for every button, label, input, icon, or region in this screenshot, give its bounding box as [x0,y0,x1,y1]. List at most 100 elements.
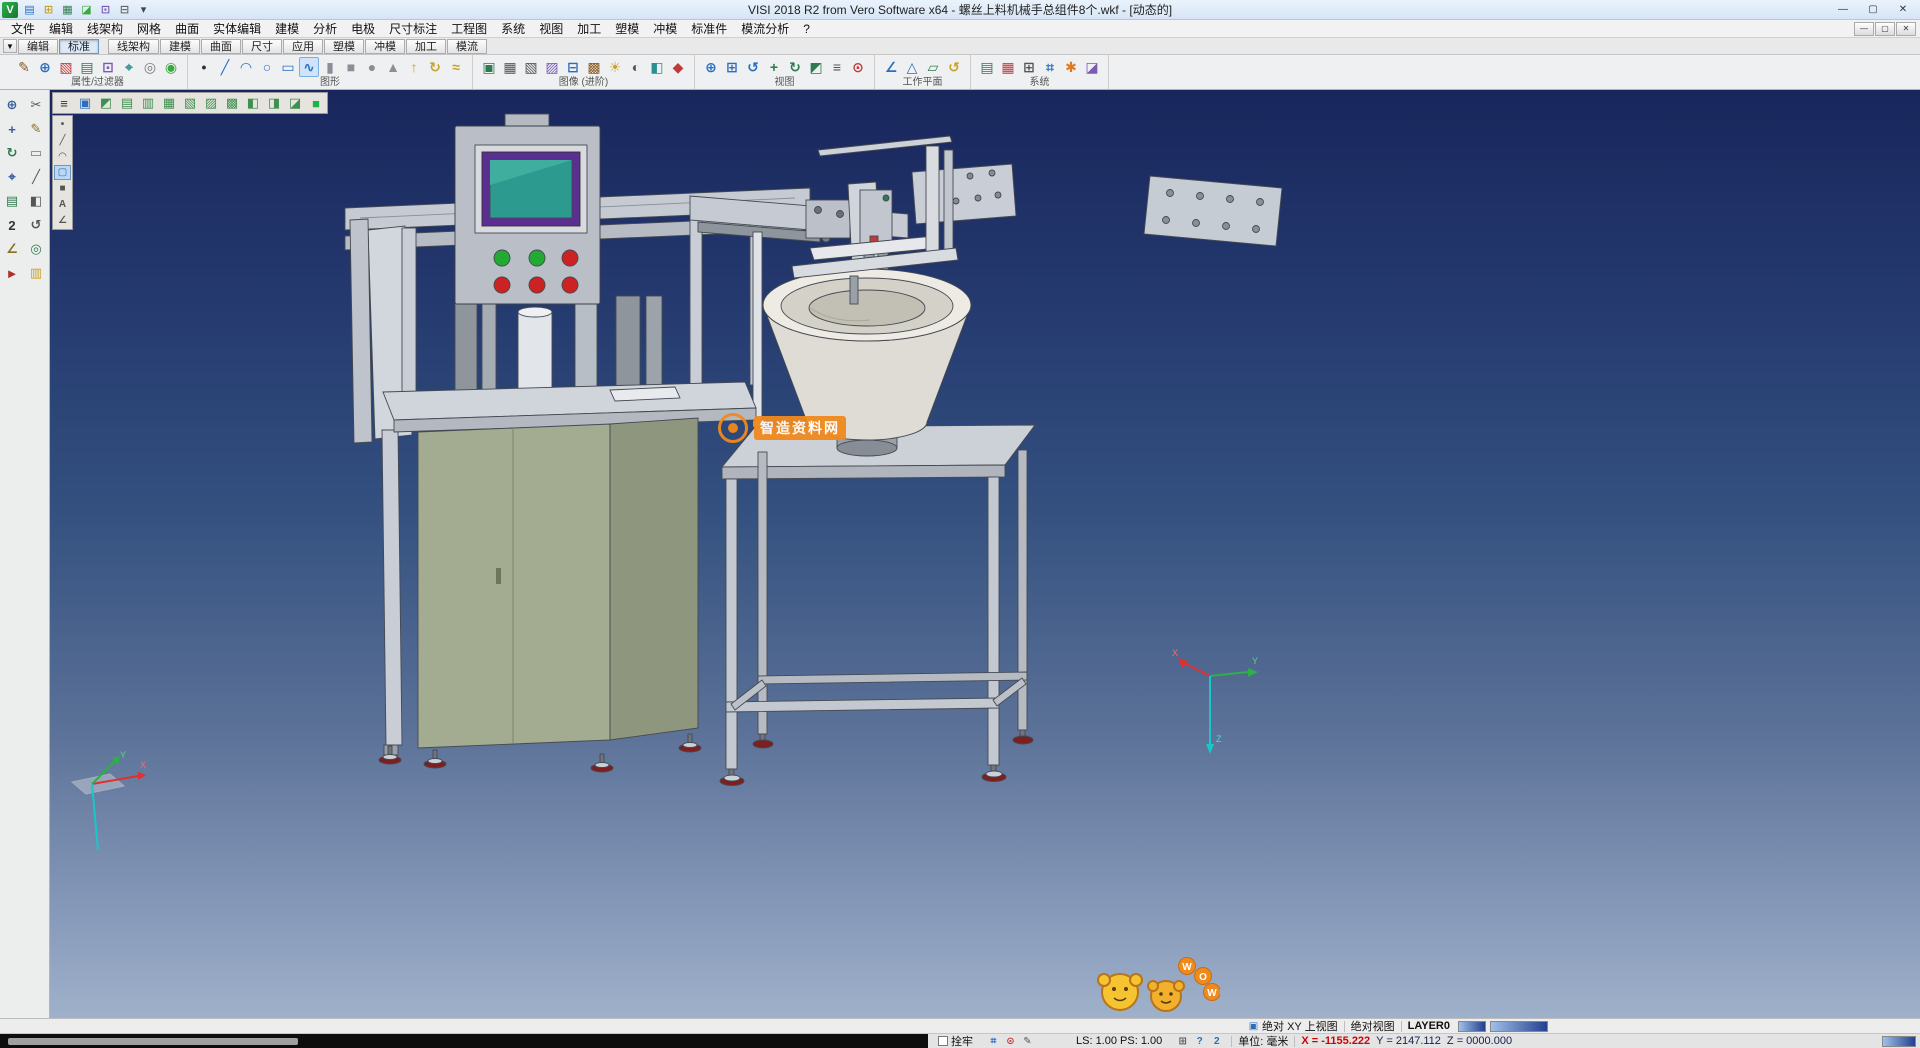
plot-icon[interactable]: ◪ [1082,57,1102,77]
close-button[interactable]: ✕ [1888,0,1918,19]
module-tab[interactable]: 建模 [160,39,200,54]
view-menu-icon[interactable]: ≡ [54,94,74,112]
view-plane-icon[interactable]: ▣ [1245,1020,1262,1033]
mode-tab[interactable]: 编辑 [18,39,58,54]
shaded-cube-icon[interactable]: ■ [306,94,326,112]
doc-close-button[interactable]: ✕ [1896,22,1916,36]
module-tab[interactable]: 尺寸 [242,39,282,54]
menu-item[interactable]: 模流分析 [734,20,796,37]
cube-trimetric-view-icon[interactable]: ◨ [264,94,284,112]
show-all-icon[interactable]: ◉ [161,57,181,77]
cube-dimetric-view-icon[interactable]: ◧ [243,94,263,112]
cube-axon-view-icon[interactable]: ◪ [285,94,305,112]
cube-iso-view-icon[interactable]: ◩ [96,94,116,112]
cube-right-view-icon[interactable]: ▦ [159,94,179,112]
iso-view-icon[interactable]: ◩ [806,57,826,77]
knife-icon[interactable]: ╱ [25,167,47,187]
save-file-icon[interactable]: ▦ [59,2,76,18]
toolbar-options-icon[interactable]: ▾ [135,2,152,18]
menu-item[interactable]: 工程图 [444,20,494,37]
cad-model[interactable] [50,90,1920,1018]
snap-grid-icon[interactable]: ⌗ [985,1035,1002,1048]
viewport-layout-icon[interactable]: ▣ [75,94,95,112]
shadow-icon[interactable]: ◐ [626,57,646,77]
flag-icon[interactable]: ► [1,263,23,283]
cube-back-view-icon[interactable]: ▨ [201,94,221,112]
block-icon[interactable]: ■ [341,57,361,77]
menu-item[interactable]: 尺寸标注 [382,20,444,37]
revolve-icon[interactable]: ↻ [425,57,445,77]
module-tab[interactable]: 塑模 [324,39,364,54]
menu-item[interactable]: 文件 [4,20,42,37]
input-lang-icon[interactable]: 2 [1208,1035,1225,1048]
properties-brush-icon[interactable]: ✎ [14,57,34,77]
control-panel[interactable] [455,114,600,304]
cut-entities-icon[interactable]: ✂ [25,95,47,115]
filter-text-icon[interactable]: A [54,197,71,212]
folder-icon[interactable]: ▥ [25,263,47,283]
layer-filter-icon[interactable]: ▤ [77,57,97,77]
taskbar-sliver[interactable] [0,1034,928,1048]
hide-entities-icon[interactable]: ◎ [140,57,160,77]
maximize-button[interactable]: ▢ [1858,0,1888,19]
menu-item[interactable]: 网格 [130,20,168,37]
workplane-3points-icon[interactable]: △ [902,57,922,77]
workplane-reset-icon[interactable]: ↺ [944,57,964,77]
shaded-render-icon[interactable]: ▣ [479,57,499,77]
pan-view-icon[interactable]: + [764,57,784,77]
layer-manager-icon[interactable]: ▤ [977,57,997,77]
pan-canvas-icon[interactable]: + [1,119,23,139]
background-icon[interactable]: ◧ [647,57,667,77]
sketch-pencil-icon[interactable]: ✎ [25,119,47,139]
mode-tab[interactable]: 标准 [59,39,99,54]
cube-front-view-icon[interactable]: ▥ [138,94,158,112]
menu-item[interactable]: 塑模 [608,20,646,37]
absolute-xy-view-label[interactable]: 绝对 XY 上视图 [1262,1018,1338,1034]
filter-lines-icon[interactable]: ╱ [54,133,71,148]
calculator-icon[interactable]: ⊞ [1019,57,1039,77]
point-icon[interactable]: • [194,57,214,77]
filter-arcs-icon[interactable]: ◠ [54,149,71,164]
sphere-icon[interactable]: ● [362,57,382,77]
grid-settings-icon[interactable]: ⌗ [1040,57,1060,77]
texture-icon[interactable]: ▩ [584,57,604,77]
menu-item[interactable]: 实体编辑 [206,20,268,37]
module-tab[interactable]: 冲模 [365,39,405,54]
print-icon[interactable]: ⊟ [116,2,133,18]
cube-left-view-icon[interactable]: ▧ [180,94,200,112]
menu-item[interactable]: 分析 [306,20,344,37]
menu-item[interactable]: 建模 [268,20,306,37]
entity-filter-icon[interactable]: ⊡ [98,57,118,77]
taskbar-segment[interactable] [8,1038,298,1045]
coordinate-color-swatch[interactable] [1882,1036,1916,1047]
menu-item[interactable]: 标准件 [684,20,734,37]
rotate-canvas-icon[interactable]: ↻ [1,143,23,163]
menu-item[interactable]: 线架构 [80,20,130,37]
system-options-icon[interactable]: ✱ [1061,57,1081,77]
module-tab[interactable]: 曲面 [201,39,241,54]
match-properties-icon[interactable]: ⊕ [35,57,55,77]
sweep-icon[interactable]: ≈ [446,57,466,77]
mirror-icon[interactable]: ◧ [25,191,47,211]
module-tab[interactable]: 线架构 [108,39,159,54]
zoom-previous-icon[interactable]: ↺ [743,57,763,77]
arc-icon[interactable]: ◠ [236,57,256,77]
zoom-window-icon[interactable]: ⊞ [722,57,742,77]
menu-item[interactable]: 编辑 [42,20,80,37]
visi-logo-icon[interactable]: V [2,2,18,18]
menu-item[interactable]: 视图 [532,20,570,37]
color-table-icon[interactable]: ▦ [998,57,1018,77]
pick-place-assembly[interactable] [690,136,1016,270]
zoom-all-icon[interactable]: ⊕ [701,57,721,77]
background-color-swatch[interactable] [1490,1021,1548,1032]
doc-restore-button[interactable]: ▢ [1875,22,1895,36]
module-tab[interactable]: 模流 [447,39,487,54]
filter-faces-icon[interactable]: ▢ [54,165,71,180]
menu-item[interactable]: 系统 [494,20,532,37]
filter-points-icon[interactable]: • [54,117,71,132]
lock-checkbox[interactable] [938,1036,948,1046]
open-file-icon[interactable]: ⊞ [40,2,57,18]
feeder-table[interactable] [722,425,1035,769]
erase-icon[interactable]: ▭ [25,143,47,163]
machine-platform[interactable] [383,382,756,432]
